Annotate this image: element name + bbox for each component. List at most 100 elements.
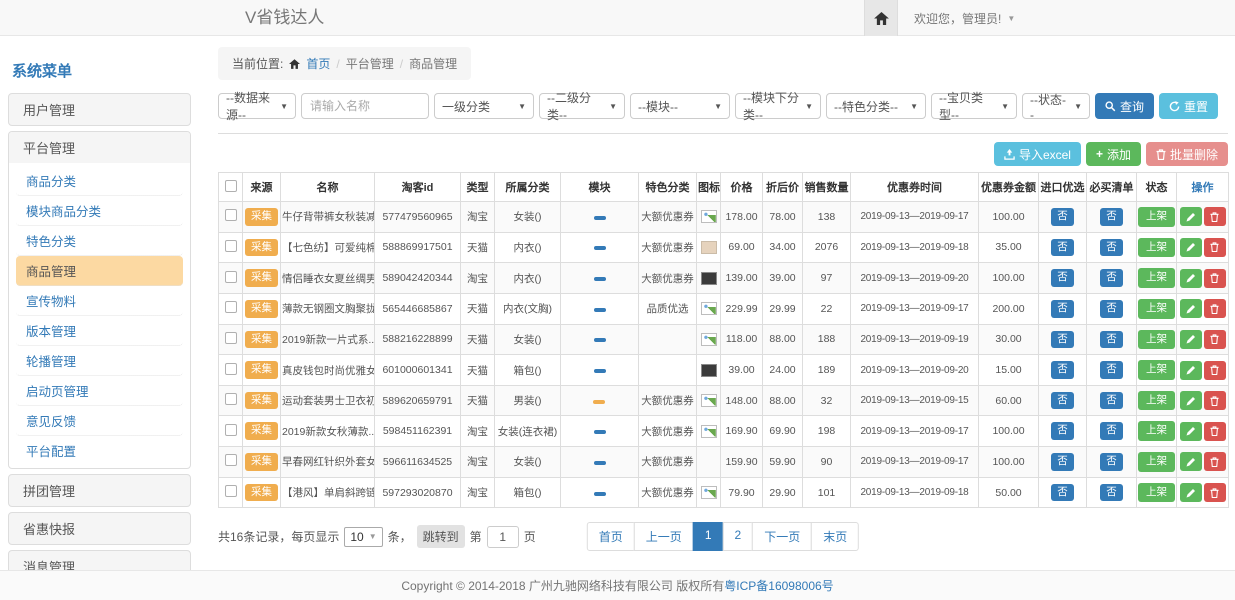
must-buy-badge[interactable]: 否	[1100, 269, 1123, 287]
sidebar-subitem-promo-materials[interactable]: 宣传物料	[16, 286, 183, 316]
row-checkbox[interactable]	[225, 301, 237, 313]
must-buy-badge[interactable]: 否	[1100, 208, 1123, 226]
sidebar-subitem-module-product-category[interactable]: 模块商品分类	[16, 196, 183, 226]
must-buy-badge[interactable]: 否	[1100, 392, 1123, 410]
edit-button[interactable]	[1180, 483, 1202, 502]
sidebar-subitem-feedback[interactable]: 意见反馈	[16, 406, 183, 436]
row-checkbox[interactable]	[225, 393, 237, 405]
status-badge[interactable]: 上架	[1138, 299, 1175, 319]
filter-name-input[interactable]	[301, 93, 429, 119]
import-select-badge[interactable]: 否	[1051, 300, 1074, 318]
sidebar-item-platform-management[interactable]: 平台管理	[9, 132, 190, 163]
delete-button[interactable]	[1204, 422, 1226, 441]
edit-button[interactable]	[1180, 391, 1202, 410]
filter-data-source-select[interactable]: --数据来源--▼	[218, 93, 296, 119]
reset-button[interactable]: 重置	[1159, 93, 1218, 119]
status-badge[interactable]: 上架	[1138, 238, 1175, 258]
batch-delete-button[interactable]: 批量删除	[1146, 142, 1228, 166]
filter-status-select[interactable]: --状态--▼	[1022, 93, 1090, 119]
pager-first[interactable]: 首页	[587, 522, 635, 551]
edit-button[interactable]	[1180, 207, 1202, 226]
import-select-badge[interactable]: 否	[1051, 239, 1074, 257]
import-select-badge[interactable]: 否	[1051, 331, 1074, 349]
delete-button[interactable]	[1204, 452, 1226, 471]
status-badge[interactable]: 上架	[1138, 330, 1175, 350]
status-badge[interactable]: 上架	[1138, 207, 1175, 227]
row-checkbox[interactable]	[225, 363, 237, 375]
status-badge[interactable]: 上架	[1138, 483, 1175, 503]
per-page-select[interactable]: 10 ▼	[344, 527, 382, 547]
import-excel-button[interactable]: 导入excel	[994, 142, 1081, 166]
user-menu[interactable]: 欢迎您，管理员! ▼	[898, 0, 1031, 36]
status-badge[interactable]: 上架	[1138, 360, 1175, 380]
icp-link[interactable]: 粤ICP备16098006号	[724, 577, 833, 594]
edit-button[interactable]	[1180, 269, 1202, 288]
delete-button[interactable]	[1204, 361, 1226, 380]
status-badge[interactable]: 上架	[1138, 421, 1175, 441]
search-button[interactable]: 查询	[1095, 93, 1154, 119]
pager-page-1[interactable]: 1	[693, 522, 724, 551]
delete-button[interactable]	[1204, 269, 1226, 288]
edit-button[interactable]	[1180, 299, 1202, 318]
import-select-badge[interactable]: 否	[1051, 392, 1074, 410]
delete-button[interactable]	[1204, 483, 1226, 502]
filter-module-select[interactable]: --模块--▼	[630, 93, 730, 119]
delete-button[interactable]	[1204, 299, 1226, 318]
edit-button[interactable]	[1180, 452, 1202, 471]
sidebar-item-user-management[interactable]: 用户管理	[8, 93, 191, 126]
delete-button[interactable]	[1204, 207, 1226, 226]
sidebar-subitem-product-management[interactable]: 商品管理	[16, 256, 183, 286]
sidebar-item-group-buy[interactable]: 拼团管理	[8, 474, 191, 507]
import-select-badge[interactable]: 否	[1051, 269, 1074, 287]
select-all-checkbox[interactable]	[225, 180, 237, 192]
must-buy-badge[interactable]: 否	[1100, 239, 1123, 257]
filter-level1-select[interactable]: 一级分类▼	[434, 93, 534, 119]
sidebar-item-saving-express[interactable]: 省惠快报	[8, 512, 191, 545]
edit-button[interactable]	[1180, 330, 1202, 349]
row-checkbox[interactable]	[225, 485, 237, 497]
must-buy-badge[interactable]: 否	[1100, 453, 1123, 471]
page-number-input[interactable]	[487, 526, 519, 548]
must-buy-badge[interactable]: 否	[1100, 422, 1123, 440]
filter-module-sub-select[interactable]: --模块下分类--▼	[735, 93, 821, 119]
sidebar-subitem-carousel-management[interactable]: 轮播管理	[16, 346, 183, 376]
row-checkbox[interactable]	[225, 454, 237, 466]
edit-button[interactable]	[1180, 238, 1202, 257]
sidebar-subitem-feature-category[interactable]: 特色分类	[16, 226, 183, 256]
add-button[interactable]: + 添加	[1086, 142, 1141, 166]
import-select-badge[interactable]: 否	[1051, 361, 1074, 379]
filter-level2-select[interactable]: --二级分类--▼	[539, 93, 625, 119]
delete-button[interactable]	[1204, 238, 1226, 257]
delete-button[interactable]	[1204, 391, 1226, 410]
must-buy-badge[interactable]: 否	[1100, 331, 1123, 349]
status-badge[interactable]: 上架	[1138, 268, 1175, 288]
import-select-badge[interactable]: 否	[1051, 422, 1074, 440]
row-checkbox[interactable]	[225, 332, 237, 344]
breadcrumb-home-link[interactable]: 首页	[306, 55, 330, 72]
status-badge[interactable]: 上架	[1138, 391, 1175, 411]
import-select-badge[interactable]: 否	[1051, 484, 1074, 502]
import-select-badge[interactable]: 否	[1051, 208, 1074, 226]
pager-page-2[interactable]: 2	[723, 522, 754, 551]
filter-feature-select[interactable]: --特色分类--▼	[826, 93, 926, 119]
sidebar-subitem-product-category[interactable]: 商品分类	[16, 166, 183, 196]
row-checkbox[interactable]	[225, 271, 237, 283]
must-buy-badge[interactable]: 否	[1100, 484, 1123, 502]
sidebar-subitem-platform-config[interactable]: 平台配置	[16, 436, 183, 465]
row-checkbox[interactable]	[225, 424, 237, 436]
row-checkbox[interactable]	[225, 240, 237, 252]
edit-button[interactable]	[1180, 361, 1202, 380]
delete-button[interactable]	[1204, 330, 1226, 349]
sidebar-subitem-version-management[interactable]: 版本管理	[16, 316, 183, 346]
row-checkbox[interactable]	[225, 209, 237, 221]
pager-prev[interactable]: 上一页	[634, 522, 694, 551]
status-badge[interactable]: 上架	[1138, 452, 1175, 472]
must-buy-badge[interactable]: 否	[1100, 361, 1123, 379]
sidebar-subitem-splash-management[interactable]: 启动页管理	[16, 376, 183, 406]
edit-button[interactable]	[1180, 422, 1202, 441]
import-select-badge[interactable]: 否	[1051, 453, 1074, 471]
pager-next[interactable]: 下一页	[752, 522, 812, 551]
pager-last[interactable]: 末页	[811, 522, 859, 551]
must-buy-badge[interactable]: 否	[1100, 300, 1123, 318]
home-button[interactable]	[864, 0, 898, 36]
